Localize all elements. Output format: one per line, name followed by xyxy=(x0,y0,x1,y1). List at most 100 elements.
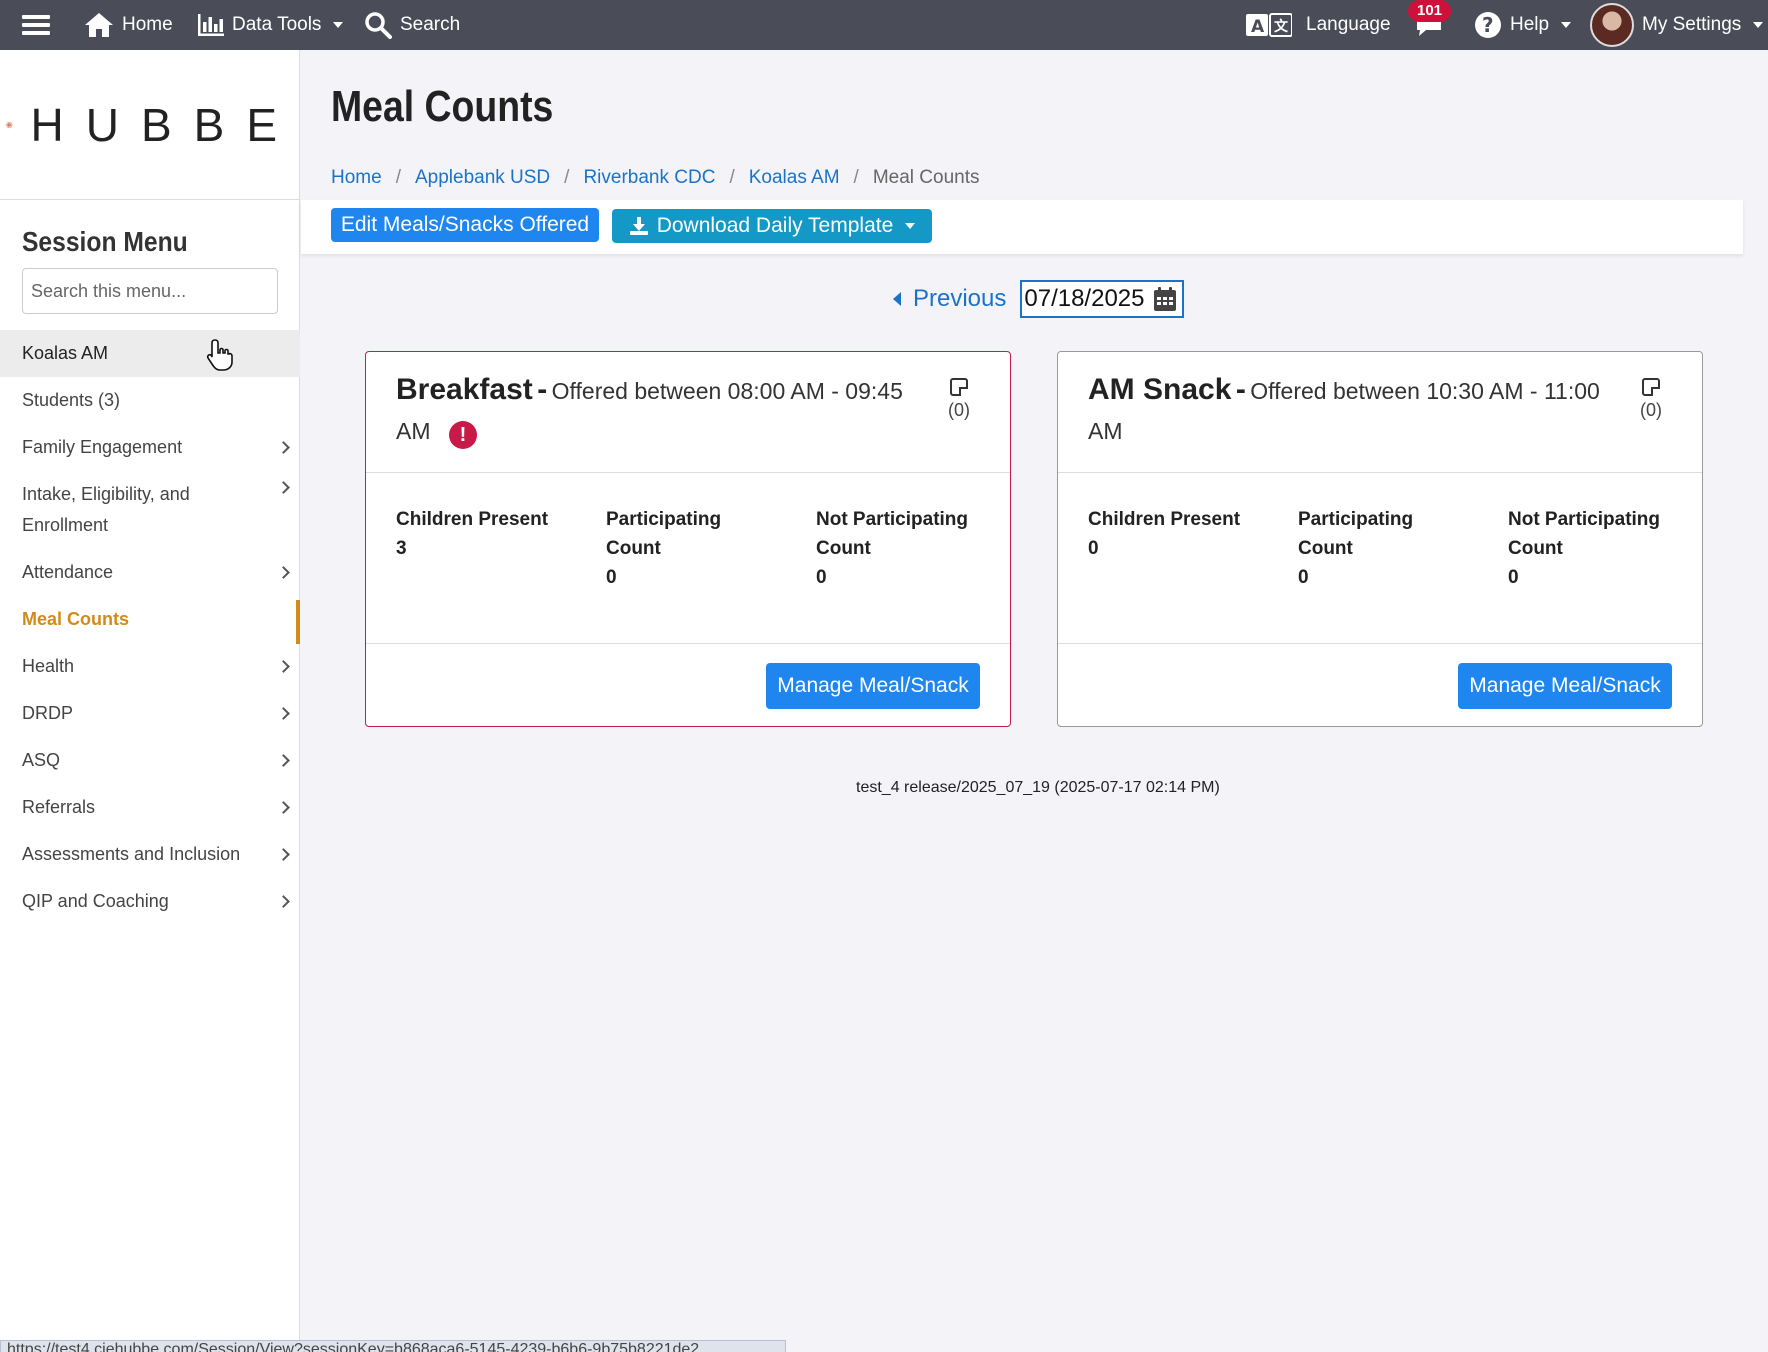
participating-stat: Participating Count 0 xyxy=(606,505,746,592)
download-template-label: Download Daily Template xyxy=(656,214,894,237)
exclamation-alert-icon[interactable]: ! xyxy=(448,420,477,449)
flower-logo-icon xyxy=(6,121,13,128)
avatar xyxy=(1590,3,1634,47)
sidebar-item-label: ASQ xyxy=(22,750,61,770)
sidebar-item-health[interactable]: Health xyxy=(0,643,300,690)
stat-value: 0 xyxy=(1508,567,1519,588)
children-present-stat: Children Present 0 xyxy=(1088,505,1240,563)
nav-help-label: Help xyxy=(1510,14,1550,35)
date-picker-input[interactable]: 07/18/2025 xyxy=(1020,280,1185,318)
svg-text:文: 文 xyxy=(1274,18,1289,35)
chevron-right-icon xyxy=(277,441,290,454)
hamburger-icon xyxy=(22,15,50,35)
caret-left-icon xyxy=(893,292,901,306)
caret-down-icon xyxy=(1753,22,1764,28)
calendar-icon[interactable] xyxy=(1154,287,1177,311)
caret-down-icon xyxy=(333,22,344,28)
sidebar-item-asq[interactable]: ASQ xyxy=(0,737,300,784)
hamburger-menu-button[interactable] xyxy=(22,0,50,50)
sidebar-item-attendance[interactable]: Attendance xyxy=(0,549,300,596)
nav-my-settings[interactable]: My Settings xyxy=(1590,0,1764,50)
manage-meal-button[interactable]: Manage Meal/Snack xyxy=(766,663,980,709)
stat-value: 0 xyxy=(1298,567,1309,588)
date-value: 07/18/2025 xyxy=(1024,285,1145,312)
search-icon xyxy=(365,12,392,39)
translate-icon: A文 xyxy=(1246,13,1292,37)
chevron-right-icon xyxy=(277,481,290,494)
sidebar-item-meal-counts[interactable]: Meal Counts xyxy=(0,596,300,644)
meal-card-am-snack: AM Snack - Offered between 10:30 AM - 11… xyxy=(1057,351,1703,727)
manage-meal-button[interactable]: Manage Meal/Snack xyxy=(1458,663,1672,709)
sidebar-item-referrals[interactable]: Referrals xyxy=(0,784,300,831)
top-navbar: Home Data Tools Search A文 Language 101 ?… xyxy=(0,0,1768,50)
breadcrumb-riverbank-cdc[interactable]: Riverbank CDC xyxy=(583,167,715,189)
stat-value: 0 xyxy=(606,567,617,588)
nav-help[interactable]: ? Help xyxy=(1474,0,1572,50)
home-icon xyxy=(85,13,113,37)
nav-home[interactable]: Home xyxy=(84,0,173,50)
meal-card-breakfast: Breakfast - Offered between 08:00 AM - 0… xyxy=(365,351,1011,727)
stat-label: Children Present xyxy=(396,509,549,530)
breadcrumb-home[interactable]: Home xyxy=(331,167,382,189)
browser-status-url: https://test4.ciehubbe.com/Session/View?… xyxy=(0,1340,786,1352)
sidebar-item-students[interactable]: Students (3) xyxy=(0,377,300,424)
sidebar-item-label: Meal Counts xyxy=(22,609,130,629)
nav-language-label: Language xyxy=(1306,14,1391,35)
breadcrumb-koalas-am[interactable]: Koalas AM xyxy=(749,167,840,189)
breadcrumb-separator: / xyxy=(564,167,570,188)
caret-down-icon xyxy=(1561,22,1572,28)
download-template-button[interactable]: Download Daily Template xyxy=(612,209,932,243)
breadcrumb-applebank-usd[interactable]: Applebank USD xyxy=(415,167,550,189)
sidebar-item-family-engagement[interactable]: Family Engagement xyxy=(0,424,300,471)
not-participating-stat: Not Participating Count 0 xyxy=(1508,505,1688,592)
notes-count: (0) xyxy=(1640,400,1662,420)
session-menu-title: Session Menu xyxy=(22,226,188,257)
meal-title-dash: - xyxy=(537,373,548,406)
nav-home-label: Home xyxy=(122,14,173,35)
nav-data-tools-label: Data Tools xyxy=(232,14,322,35)
nav-my-settings-label: My Settings xyxy=(1642,14,1742,35)
notifications-count-badge: 101 xyxy=(1408,0,1452,22)
previous-day-link[interactable]: Previous xyxy=(893,285,1006,313)
meal-card-header: Breakfast - Offered between 08:00 AM - 0… xyxy=(366,352,1010,473)
notes-button[interactable]: (0) xyxy=(1640,378,1662,421)
bar-chart-icon xyxy=(198,14,224,36)
sidebar-item-koalas-am[interactable]: Koalas AM xyxy=(0,330,300,377)
download-icon xyxy=(629,217,648,235)
meal-card-body: Children Present 0 Participating Count 0… xyxy=(1058,473,1702,644)
breadcrumb-current: Meal Counts xyxy=(872,167,980,188)
nav-language[interactable]: A文 Language xyxy=(1246,0,1391,50)
sticky-note-icon xyxy=(1642,378,1660,396)
breadcrumb-separator: / xyxy=(729,167,735,188)
notes-button[interactable]: (0) xyxy=(948,378,970,421)
sidebar: HUBBE Session Menu Koalas AM Students (3… xyxy=(0,50,300,1352)
sidebar-item-label: Koalas AM xyxy=(22,343,109,363)
sidebar-item-intake[interactable]: Intake, Eligibility, and Enrollment xyxy=(0,471,300,549)
meal-name: AM Snack xyxy=(1088,373,1232,406)
stat-label: Participating Count xyxy=(1298,509,1414,559)
sidebar-item-assessments[interactable]: Assessments and Inclusion xyxy=(0,831,300,878)
pointer-cursor-icon xyxy=(206,339,233,371)
nav-search[interactable]: Search xyxy=(364,0,460,50)
hubbe-logo[interactable]: HUBBE xyxy=(0,50,299,200)
sidebar-item-label: Assessments and Inclusion xyxy=(22,844,241,864)
sidebar-item-label: QIP and Coaching xyxy=(22,891,169,911)
svg-text:?: ? xyxy=(1482,13,1494,37)
sidebar-item-label: Intake, Eligibility, and Enrollment xyxy=(22,484,190,535)
chevron-right-icon xyxy=(277,754,290,767)
caret-down-icon xyxy=(905,223,916,229)
nav-data-tools[interactable]: Data Tools xyxy=(198,0,344,50)
meal-name: Breakfast xyxy=(396,373,533,406)
breadcrumb-separator: / xyxy=(853,167,859,188)
meal-card-header: AM Snack - Offered between 10:30 AM - 11… xyxy=(1058,352,1702,473)
stat-label: Participating Count xyxy=(606,509,722,559)
session-menu: Koalas AM Students (3) Family Engagement… xyxy=(0,330,300,925)
chevron-right-icon xyxy=(277,660,290,673)
menu-search-input[interactable] xyxy=(22,268,278,314)
edit-meals-button[interactable]: Edit Meals/Snacks Offered xyxy=(331,208,599,242)
date-navigation: Previous 07/18/2025 xyxy=(893,280,1185,318)
not-participating-stat: Not Participating Count 0 xyxy=(816,505,996,592)
sidebar-item-drdp[interactable]: DRDP xyxy=(0,690,300,737)
sidebar-item-qip-coaching[interactable]: QIP and Coaching xyxy=(0,878,300,925)
chevron-right-icon xyxy=(277,848,290,861)
